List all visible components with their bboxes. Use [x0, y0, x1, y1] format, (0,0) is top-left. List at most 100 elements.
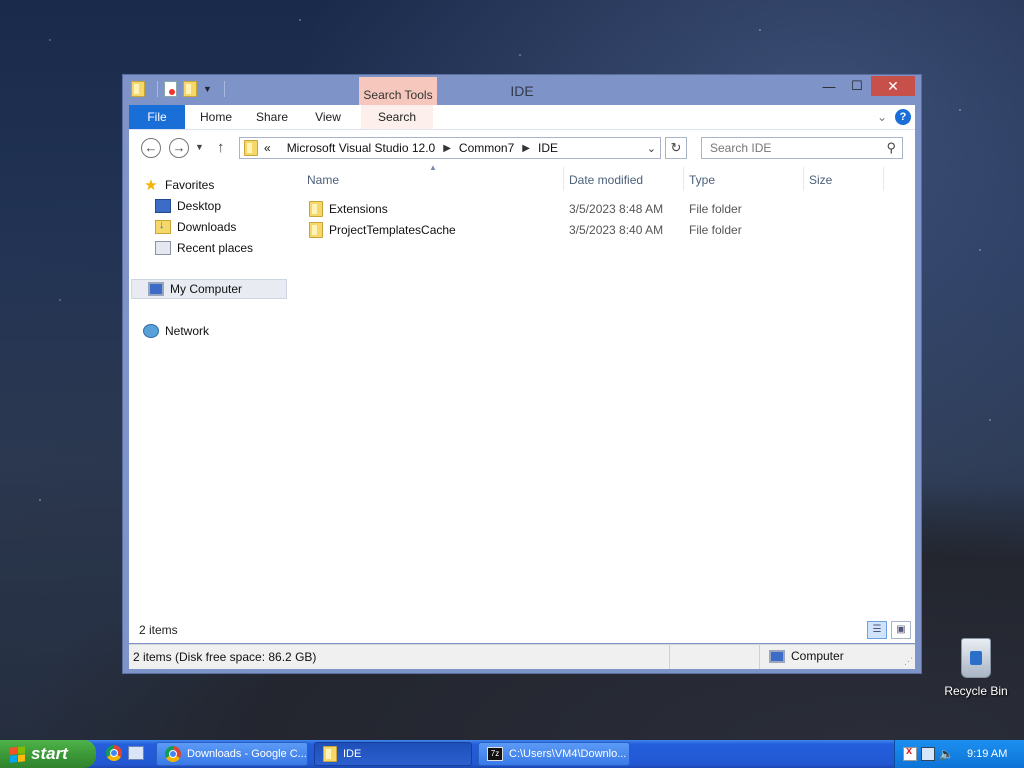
folder-icon [309, 222, 323, 238]
file-type: File folder [689, 202, 742, 216]
minimize-button[interactable]: — [815, 76, 843, 96]
tab-view[interactable]: View [303, 105, 353, 129]
refresh-button[interactable]: ↻ [665, 137, 687, 159]
column-header-date-modified[interactable]: Date modified [569, 173, 643, 193]
nav-label: Desktop [177, 199, 222, 213]
file-row[interactable]: ProjectTemplatesCache 3/5/2023 8:40 AM F… [295, 220, 915, 240]
status-separator [759, 645, 760, 669]
folder-icon [323, 746, 337, 762]
downloads-icon [155, 219, 171, 234]
status-disk-space: 2 items (Disk free space: 86.2 GB) [133, 650, 317, 664]
search-icon[interactable]: ⚲ [886, 140, 896, 156]
items-count: 2 items [139, 623, 178, 637]
breadcrumb-item[interactable]: Common7 [459, 141, 514, 155]
nav-item-my-computer[interactable]: My Computer [131, 279, 287, 299]
close-button[interactable]: ✕ [871, 76, 915, 96]
title-bar[interactable]: ▼ Search Tools IDE — ☐ ✕ [123, 75, 921, 129]
large-icons-view-button[interactable]: ▣ [891, 621, 911, 639]
maximize-button[interactable]: ☐ [843, 76, 871, 96]
nav-item-favorites[interactable]: ★ Favorites [143, 175, 214, 195]
address-dropdown-icon[interactable]: ⌄ [647, 142, 656, 155]
expand-ribbon-chevron-icon[interactable]: ⌄ [877, 110, 887, 124]
7zip-icon: 7z [487, 747, 503, 761]
nav-label: Favorites [165, 178, 215, 192]
breadcrumb-item[interactable]: IDE [538, 141, 558, 155]
navigation-pane: ★ Favorites Desktop Downloads Recent pla… [129, 165, 289, 643]
details-view-button[interactable]: ☰ [867, 621, 887, 639]
taskbar-button-label: Downloads - Google C... [187, 748, 307, 760]
windows-logo-icon [10, 745, 25, 763]
status-zone: Computer [791, 649, 844, 663]
recent-places-icon [155, 241, 171, 255]
volume-icon[interactable]: 🔈 [939, 747, 954, 761]
taskbar-button-ide[interactable]: IDE [314, 742, 472, 766]
window-title: IDE [510, 83, 534, 99]
tab-search[interactable]: Search [361, 105, 433, 129]
chrome-icon [165, 746, 181, 762]
file-type: File folder [689, 223, 742, 237]
nav-item-network[interactable]: Network [143, 321, 209, 341]
taskbar-button-label: IDE [343, 748, 362, 760]
search-input[interactable]: Search IDE ⚲ [701, 137, 903, 159]
file-name: ProjectTemplatesCache [329, 223, 456, 237]
taskbar-button-chrome[interactable]: Downloads - Google C... [156, 742, 308, 766]
tab-share[interactable]: Share [247, 105, 297, 129]
nav-label: My Computer [170, 282, 243, 296]
recycle-bin[interactable]: Recycle Bin [940, 638, 1012, 698]
breadcrumb-item[interactable]: Microsoft Visual Studio 12.0 [287, 141, 436, 155]
network-icon [143, 324, 159, 338]
start-label: start [31, 744, 68, 763]
breadcrumb-separator-icon[interactable]: ▶ [443, 143, 451, 154]
clock[interactable]: 9:19 AM [967, 748, 1007, 760]
computer-zone-icon [769, 649, 785, 663]
action-center-flag-icon[interactable] [903, 745, 917, 761]
folder-icon [309, 201, 323, 217]
taskbar-button-7zip[interactable]: 7z C:\Users\VM4\Downlo... [478, 742, 630, 766]
explorer-icon[interactable] [128, 746, 144, 760]
column-header-name[interactable]: Name [307, 173, 339, 193]
recycle-bin-icon [961, 638, 991, 678]
quick-launch [106, 745, 144, 761]
start-button[interactable]: start [0, 740, 96, 768]
recycle-bin-label: Recycle Bin [944, 684, 1008, 698]
up-button[interactable]: ↑ [217, 139, 225, 156]
file-row[interactable]: Extensions 3/5/2023 8:48 AM File folder [295, 199, 915, 219]
sort-ascending-icon: ▲ [429, 163, 437, 172]
breadcrumb-separator-icon[interactable]: ▶ [522, 143, 530, 154]
file-date: 3/5/2023 8:48 AM [569, 202, 664, 216]
chrome-icon[interactable] [106, 745, 122, 761]
help-icon[interactable]: ? [895, 109, 911, 125]
navigation-bar: ← → ▼ ↑ « Microsoft Visual Studio 12.0 ▶… [129, 129, 915, 166]
nav-item-downloads[interactable]: Downloads [155, 217, 236, 237]
column-separator[interactable] [803, 167, 804, 191]
tab-home[interactable]: Home [191, 105, 241, 129]
address-folder-icon [244, 140, 258, 156]
content-area: ★ Favorites Desktop Downloads Recent pla… [129, 163, 915, 643]
nav-item-recent-places[interactable]: Recent places [155, 238, 253, 258]
address-bar[interactable]: « Microsoft Visual Studio 12.0 ▶ Common7… [239, 137, 661, 159]
nav-item-desktop[interactable]: Desktop [155, 196, 221, 216]
forward-button[interactable]: → [169, 138, 189, 158]
file-date: 3/5/2023 8:40 AM [569, 223, 664, 237]
column-separator[interactable] [883, 167, 884, 191]
computer-icon [148, 282, 164, 296]
network-icon[interactable] [921, 747, 935, 761]
nav-label: Recent places [177, 241, 254, 255]
column-separator[interactable] [563, 167, 564, 191]
column-header-size[interactable]: Size [809, 173, 832, 193]
back-button[interactable]: ← [141, 138, 161, 158]
breadcrumb-overflow[interactable]: « [264, 141, 271, 155]
file-list: ▲ Name Date modified Type Size Extension… [295, 163, 915, 617]
explorer-window[interactable]: ▼ Search Tools IDE — ☐ ✕ File Home Share… [122, 74, 922, 674]
recent-locations-dropdown-icon[interactable]: ▼ [195, 142, 204, 152]
file-name: Extensions [329, 202, 388, 216]
nav-label: Network [165, 324, 210, 338]
star-icon: ★ [144, 177, 158, 194]
column-separator[interactable] [683, 167, 684, 191]
taskbar: start Downloads - Google C... IDE 7z C:\… [0, 740, 1024, 768]
tab-file[interactable]: File [129, 105, 185, 129]
column-header-type[interactable]: Type [689, 173, 715, 193]
resize-grip-icon[interactable]: ⋰ [904, 656, 913, 667]
ribbon-tabs: File Home Share View Search ⌄ ? [129, 105, 915, 129]
system-tray: 🔈 9:19 AM [894, 740, 1024, 768]
